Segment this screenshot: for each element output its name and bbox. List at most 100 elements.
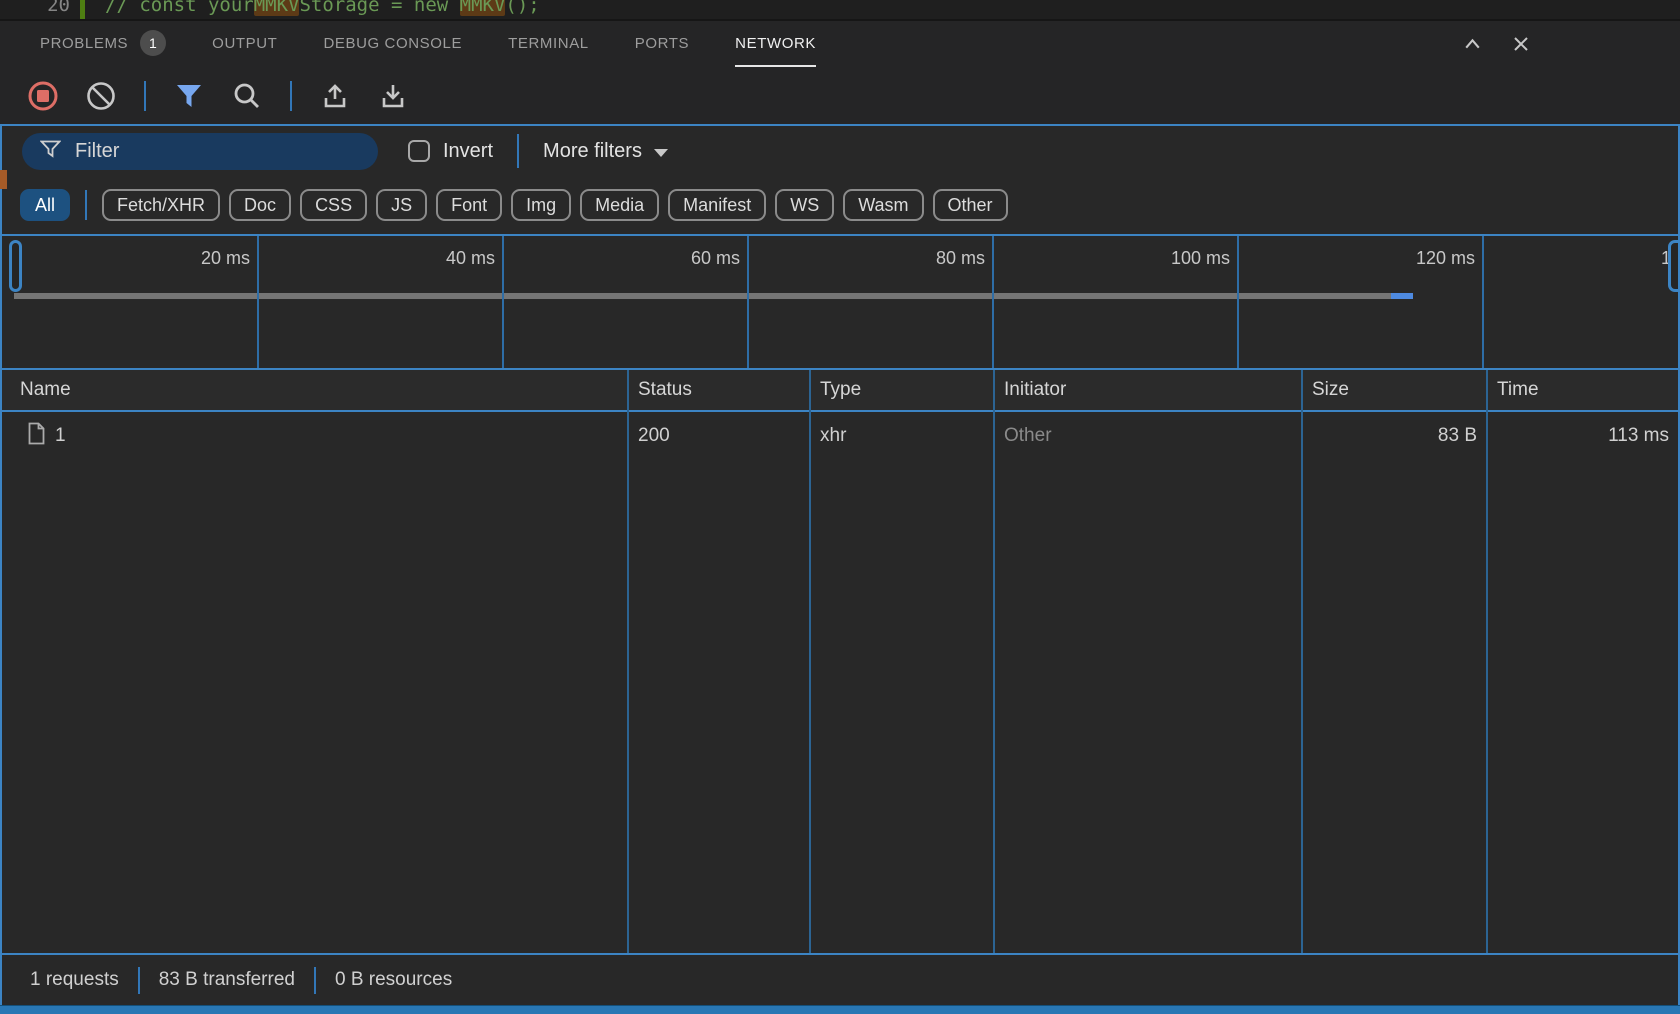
requests-table: Name Status Type Initiator Size Time 1 2… — [2, 370, 1678, 955]
tab-network[interactable]: NETWORK — [735, 21, 816, 67]
filter-funnel-icon — [40, 140, 61, 163]
filter-toggle-icon[interactable] — [172, 79, 206, 113]
filter-row-separator — [517, 134, 519, 168]
column-header-time[interactable]: Time — [1486, 379, 1678, 401]
column-header-size[interactable]: Size — [1301, 379, 1486, 401]
tab-terminal-label: TERMINAL — [508, 35, 589, 52]
overview-timeline[interactable]: 20 ms40 ms60 ms80 ms100 ms120 ms140 ms — [2, 234, 1678, 370]
type-pill-media[interactable]: Media — [580, 189, 659, 221]
ruler-gridline — [257, 236, 259, 368]
ruler-gridline — [1237, 236, 1239, 368]
panel-tab-bar: PROBLEMS 1 OUTPUT DEBUG CONSOLE TERMINAL… — [0, 21, 1680, 67]
type-pill-fetch-xhr[interactable]: Fetch/XHR — [102, 189, 220, 221]
tab-debug-console[interactable]: DEBUG CONSOLE — [323, 21, 462, 67]
column-separator[interactable] — [1301, 370, 1303, 953]
request-size-cell: 83 B — [1301, 425, 1486, 447]
overview-range-handle-left[interactable] — [9, 240, 22, 292]
problems-count-badge: 1 — [140, 30, 166, 56]
filter-input[interactable]: Filter — [22, 133, 378, 170]
close-panel-icon[interactable] — [1510, 33, 1532, 55]
request-type-cell: xhr — [809, 425, 993, 447]
type-pill-css[interactable]: CSS — [300, 189, 367, 221]
ruler-time-label: 100 ms — [1140, 248, 1230, 269]
column-separator[interactable] — [627, 370, 629, 953]
request-time-cell: 113 ms — [1486, 425, 1678, 447]
ruler-time-label: 80 ms — [895, 248, 985, 269]
type-pill-img[interactable]: Img — [511, 189, 571, 221]
search-icon[interactable] — [230, 79, 264, 113]
request-name-cell: 1 — [2, 422, 627, 451]
invert-filter[interactable]: Invert — [408, 140, 493, 163]
column-header-name[interactable]: Name — [2, 379, 627, 401]
git-gutter-added-bar — [80, 0, 85, 19]
export-har-icon[interactable] — [376, 79, 410, 113]
import-har-icon[interactable] — [318, 79, 352, 113]
vscode-bottom-panel: 20// const yourMMKVStorage = new MMKV();… — [0, 0, 1680, 1014]
network-panel: Filter Invert More filters All Fetch/XHR… — [0, 124, 1680, 1005]
record-stop-button[interactable] — [26, 79, 60, 113]
ruler-time-label: 60 ms — [650, 248, 740, 269]
left-edge-marker — [0, 170, 7, 189]
request-initiator-cell: Other — [993, 425, 1301, 447]
column-header-type[interactable]: Type — [809, 379, 993, 401]
panel-bottom-focus-border — [0, 1005, 1680, 1014]
toolbar-separator — [144, 81, 146, 111]
tab-network-label: NETWORK — [735, 35, 816, 52]
request-status-cell: 200 — [627, 425, 809, 447]
network-toolbar — [0, 67, 1680, 124]
clear-network-log-icon[interactable] — [84, 79, 118, 113]
tab-problems[interactable]: PROBLEMS 1 — [40, 21, 166, 67]
ruler-time-label: 20 ms — [160, 248, 250, 269]
ruler-gridline — [1482, 236, 1484, 368]
tab-terminal[interactable]: TERMINAL — [508, 21, 589, 67]
invert-checkbox[interactable] — [408, 140, 430, 162]
code-segment: // const your — [105, 0, 254, 16]
column-header-status[interactable]: Status — [627, 379, 809, 401]
invert-label: Invert — [443, 140, 493, 163]
resource-type-filter-row: All Fetch/XHR Doc CSS JS Font Img Media … — [2, 176, 1678, 234]
type-pill-doc[interactable]: Doc — [229, 189, 291, 221]
column-header-initiator[interactable]: Initiator — [993, 379, 1301, 401]
tab-ports-label: PORTS — [635, 35, 689, 52]
column-separator[interactable] — [1486, 370, 1488, 953]
column-separator[interactable] — [809, 370, 811, 953]
more-filters-label: More filters — [543, 140, 642, 163]
code-segment-search-highlight: MMKV — [460, 0, 506, 16]
overview-range-handle-right[interactable] — [1668, 240, 1678, 292]
line-number: 20 — [0, 0, 80, 19]
type-pill-wasm[interactable]: Wasm — [843, 189, 923, 221]
status-separator — [314, 967, 316, 994]
type-pill-ws[interactable]: WS — [775, 189, 834, 221]
table-row[interactable]: 1 200 xhr Other 83 B 113 ms — [2, 412, 1678, 460]
panel-actions — [1461, 21, 1680, 67]
tab-problems-label: PROBLEMS — [40, 35, 128, 52]
tab-ports[interactable]: PORTS — [635, 21, 689, 67]
requests-table-header: Name Status Type Initiator Size Time — [2, 370, 1678, 412]
requests-count: 1 requests — [30, 969, 119, 991]
tab-output[interactable]: OUTPUT — [212, 21, 277, 67]
type-pill-all[interactable]: All — [20, 189, 70, 221]
code-segment: (); — [505, 0, 539, 16]
ruler-gridline — [502, 236, 504, 368]
more-filters-button[interactable]: More filters — [543, 140, 668, 163]
pill-separator — [85, 190, 87, 220]
network-status-bar: 1 requests 83 B transferred 0 B resource… — [2, 955, 1678, 1005]
code-segment-search-highlight: MMKV — [254, 0, 300, 16]
code-segment: Storage = new — [299, 0, 459, 16]
type-pill-font[interactable]: Font — [436, 189, 502, 221]
chevron-up-icon[interactable] — [1461, 33, 1484, 56]
request-name: 1 — [55, 425, 66, 447]
column-separator[interactable] — [993, 370, 995, 953]
overview-waterfall-bar — [14, 293, 1391, 299]
type-pill-js[interactable]: JS — [376, 189, 427, 221]
type-pill-other[interactable]: Other — [933, 189, 1008, 221]
chevron-down-icon — [654, 149, 668, 157]
tab-debug-console-label: DEBUG CONSOLE — [323, 35, 462, 52]
filter-row: Filter Invert More filters — [2, 126, 1678, 176]
document-icon — [27, 422, 46, 451]
code-line: 20// const yourMMKVStorage = new MMKV(); — [0, 0, 540, 19]
transferred-size: 83 B transferred — [159, 969, 295, 991]
ruler-time-label: 120 ms — [1385, 248, 1475, 269]
ruler-gridline — [992, 236, 994, 368]
type-pill-manifest[interactable]: Manifest — [668, 189, 766, 221]
